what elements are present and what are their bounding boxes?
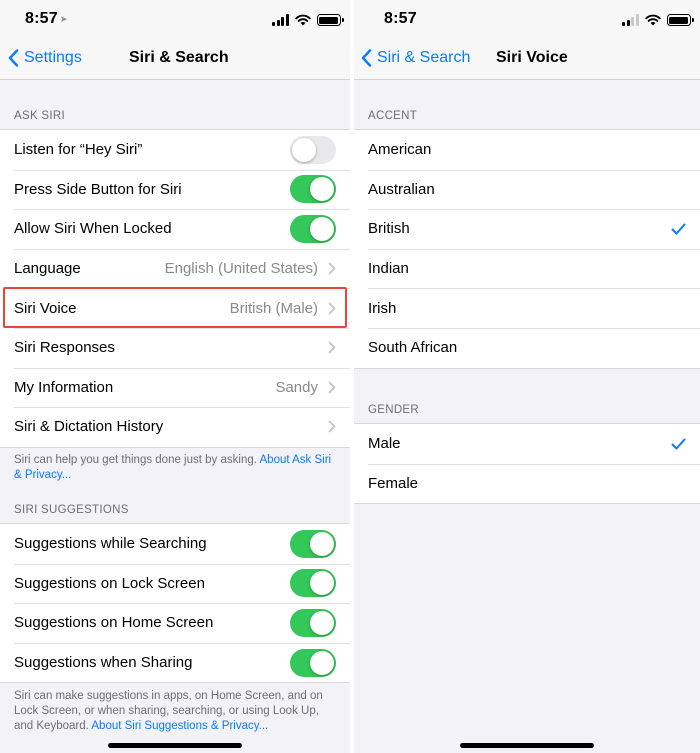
suggestions-home-screen-toggle[interactable] <box>290 608 336 637</box>
status-time: 8:57 <box>25 10 58 27</box>
section-header-siri-suggestions: SIRI SUGGESTIONS <box>14 504 129 516</box>
siri-suggestions-footer: Siri can make suggestions in apps, on Ho… <box>14 689 336 734</box>
row-dictation-history[interactable]: Siri & Dictation History <box>0 407 350 447</box>
navigation-bar: Siri & Search Siri Voice <box>354 38 700 80</box>
accent-option-australian[interactable]: Australian <box>354 169 700 210</box>
option-label: American <box>368 141 432 159</box>
location-arrow-icon: ➤ <box>60 14 68 24</box>
back-chevron-icon <box>8 49 19 67</box>
language-value: English (United States) <box>164 260 318 278</box>
ask-siri-group: Listen for “Hey Siri” Press Side Button … <box>0 129 350 448</box>
row-suggestions-searching[interactable]: Suggestions while Searching <box>0 524 350 564</box>
home-indicator[interactable] <box>108 743 242 748</box>
allow-locked-toggle[interactable] <box>290 214 336 243</box>
siri-search-screen: 8:57 ➤ Settings Siri & Search ASK SIRI L… <box>0 0 350 753</box>
siri-voice-value: British (Male) <box>229 299 318 317</box>
battery-icon <box>666 14 694 26</box>
row-hey-siri[interactable]: Listen for “Hey Siri” <box>0 130 350 170</box>
row-suggestions-lock-screen[interactable]: Suggestions on Lock Screen <box>0 563 350 604</box>
gender-group: Male Female <box>354 423 700 505</box>
accent-option-british[interactable]: British <box>354 209 700 249</box>
row-language[interactable]: Language English (United States) <box>0 248 350 289</box>
cellular-signal-icon <box>272 14 289 26</box>
row-label: Language <box>14 260 81 278</box>
gender-option-female[interactable]: Female <box>354 463 700 504</box>
hey-siri-toggle[interactable] <box>290 135 336 164</box>
wifi-icon <box>644 14 661 26</box>
row-label: Siri Responses <box>14 339 115 357</box>
status-icons <box>272 12 344 26</box>
page-title: Siri & Search <box>129 49 229 66</box>
section-header-gender: GENDER <box>368 404 420 416</box>
chevron-right-icon <box>328 421 336 433</box>
footer-text: Siri can help you get things done just b… <box>14 454 260 466</box>
row-allow-locked[interactable]: Allow Siri When Locked <box>0 209 350 249</box>
row-label: Listen for “Hey Siri” <box>14 141 143 159</box>
row-label: Suggestions when Sharing <box>14 654 193 672</box>
row-label: Suggestions on Home Screen <box>14 614 214 632</box>
row-label: Siri Voice <box>14 299 77 317</box>
row-siri-responses[interactable]: Siri Responses <box>0 327 350 368</box>
accent-group: American Australian British Indian Irish Sout… <box>354 129 700 369</box>
gender-option-male[interactable]: Male <box>354 424 700 464</box>
accent-option-american[interactable]: American <box>354 130 700 170</box>
option-label: Male <box>368 435 401 453</box>
back-button-label: Siri & Search <box>377 49 471 66</box>
suggestions-searching-toggle[interactable] <box>290 529 336 558</box>
side-button-toggle[interactable] <box>290 175 336 204</box>
row-label: My Information <box>14 378 114 396</box>
status-bar: 8:57 ➤ <box>0 0 350 38</box>
siri-voice-screen: 8:57 Siri & Search Siri Voice ACCENT Ame… <box>354 0 700 753</box>
cellular-signal-icon <box>622 14 639 26</box>
accent-option-indian[interactable]: Indian <box>354 248 700 289</box>
status-bar: 8:57 <box>354 0 700 38</box>
accent-option-south-african[interactable]: South African <box>354 327 700 368</box>
back-button-settings[interactable]: Settings <box>8 49 82 67</box>
suggestions-lock-screen-toggle[interactable] <box>290 569 336 598</box>
section-header-ask-siri: ASK SIRI <box>14 110 65 122</box>
accent-option-irish[interactable]: Irish <box>354 288 700 328</box>
back-chevron-icon <box>361 49 372 67</box>
checkmark-icon <box>671 438 686 450</box>
chevron-right-icon <box>328 381 336 394</box>
row-side-button[interactable]: Press Side Button for Siri <box>0 169 350 210</box>
option-label: British <box>368 220 410 238</box>
row-label: Press Side Button for Siri <box>14 180 182 198</box>
row-label: Suggestions while Searching <box>14 535 207 553</box>
chevron-right-icon <box>328 262 336 275</box>
row-my-information[interactable]: My Information Sandy <box>0 367 350 408</box>
row-suggestions-sharing[interactable]: Suggestions when Sharing <box>0 642 350 683</box>
option-label: Australian <box>368 180 435 198</box>
siri-suggestions-group: Suggestions while Searching Suggestions … <box>0 523 350 684</box>
row-siri-voice[interactable]: Siri Voice British (Male) <box>0 288 350 328</box>
row-label: Allow Siri When Locked <box>14 220 172 238</box>
page-title: Siri Voice <box>496 49 568 66</box>
ask-siri-footer: Siri can help you get things done just b… <box>14 453 336 483</box>
navigation-bar: Settings Siri & Search <box>0 38 350 80</box>
home-indicator[interactable] <box>460 743 594 748</box>
option-label: Irish <box>368 299 397 317</box>
my-information-value: Sandy <box>275 378 318 396</box>
option-label: South African <box>368 339 458 357</box>
status-time: 8:57 <box>384 10 417 27</box>
battery-icon <box>316 14 344 26</box>
chevron-right-icon <box>328 341 336 354</box>
status-icons <box>622 12 694 26</box>
section-header-accent: ACCENT <box>368 110 418 122</box>
row-label: Suggestions on Lock Screen <box>14 574 205 592</box>
suggestions-sharing-toggle[interactable] <box>290 648 336 677</box>
row-label: Siri & Dictation History <box>14 418 164 436</box>
back-button-label: Settings <box>24 49 82 66</box>
checkmark-icon <box>671 223 686 235</box>
option-label: Female <box>368 474 419 492</box>
row-suggestions-home-screen[interactable]: Suggestions on Home Screen <box>0 603 350 643</box>
about-siri-suggestions-link[interactable]: About Siri Suggestions & Privacy... <box>91 720 268 732</box>
back-button-siri-search[interactable]: Siri & Search <box>361 49 470 67</box>
chevron-right-icon <box>328 302 336 315</box>
option-label: Indian <box>368 260 409 278</box>
wifi-icon <box>294 14 311 26</box>
